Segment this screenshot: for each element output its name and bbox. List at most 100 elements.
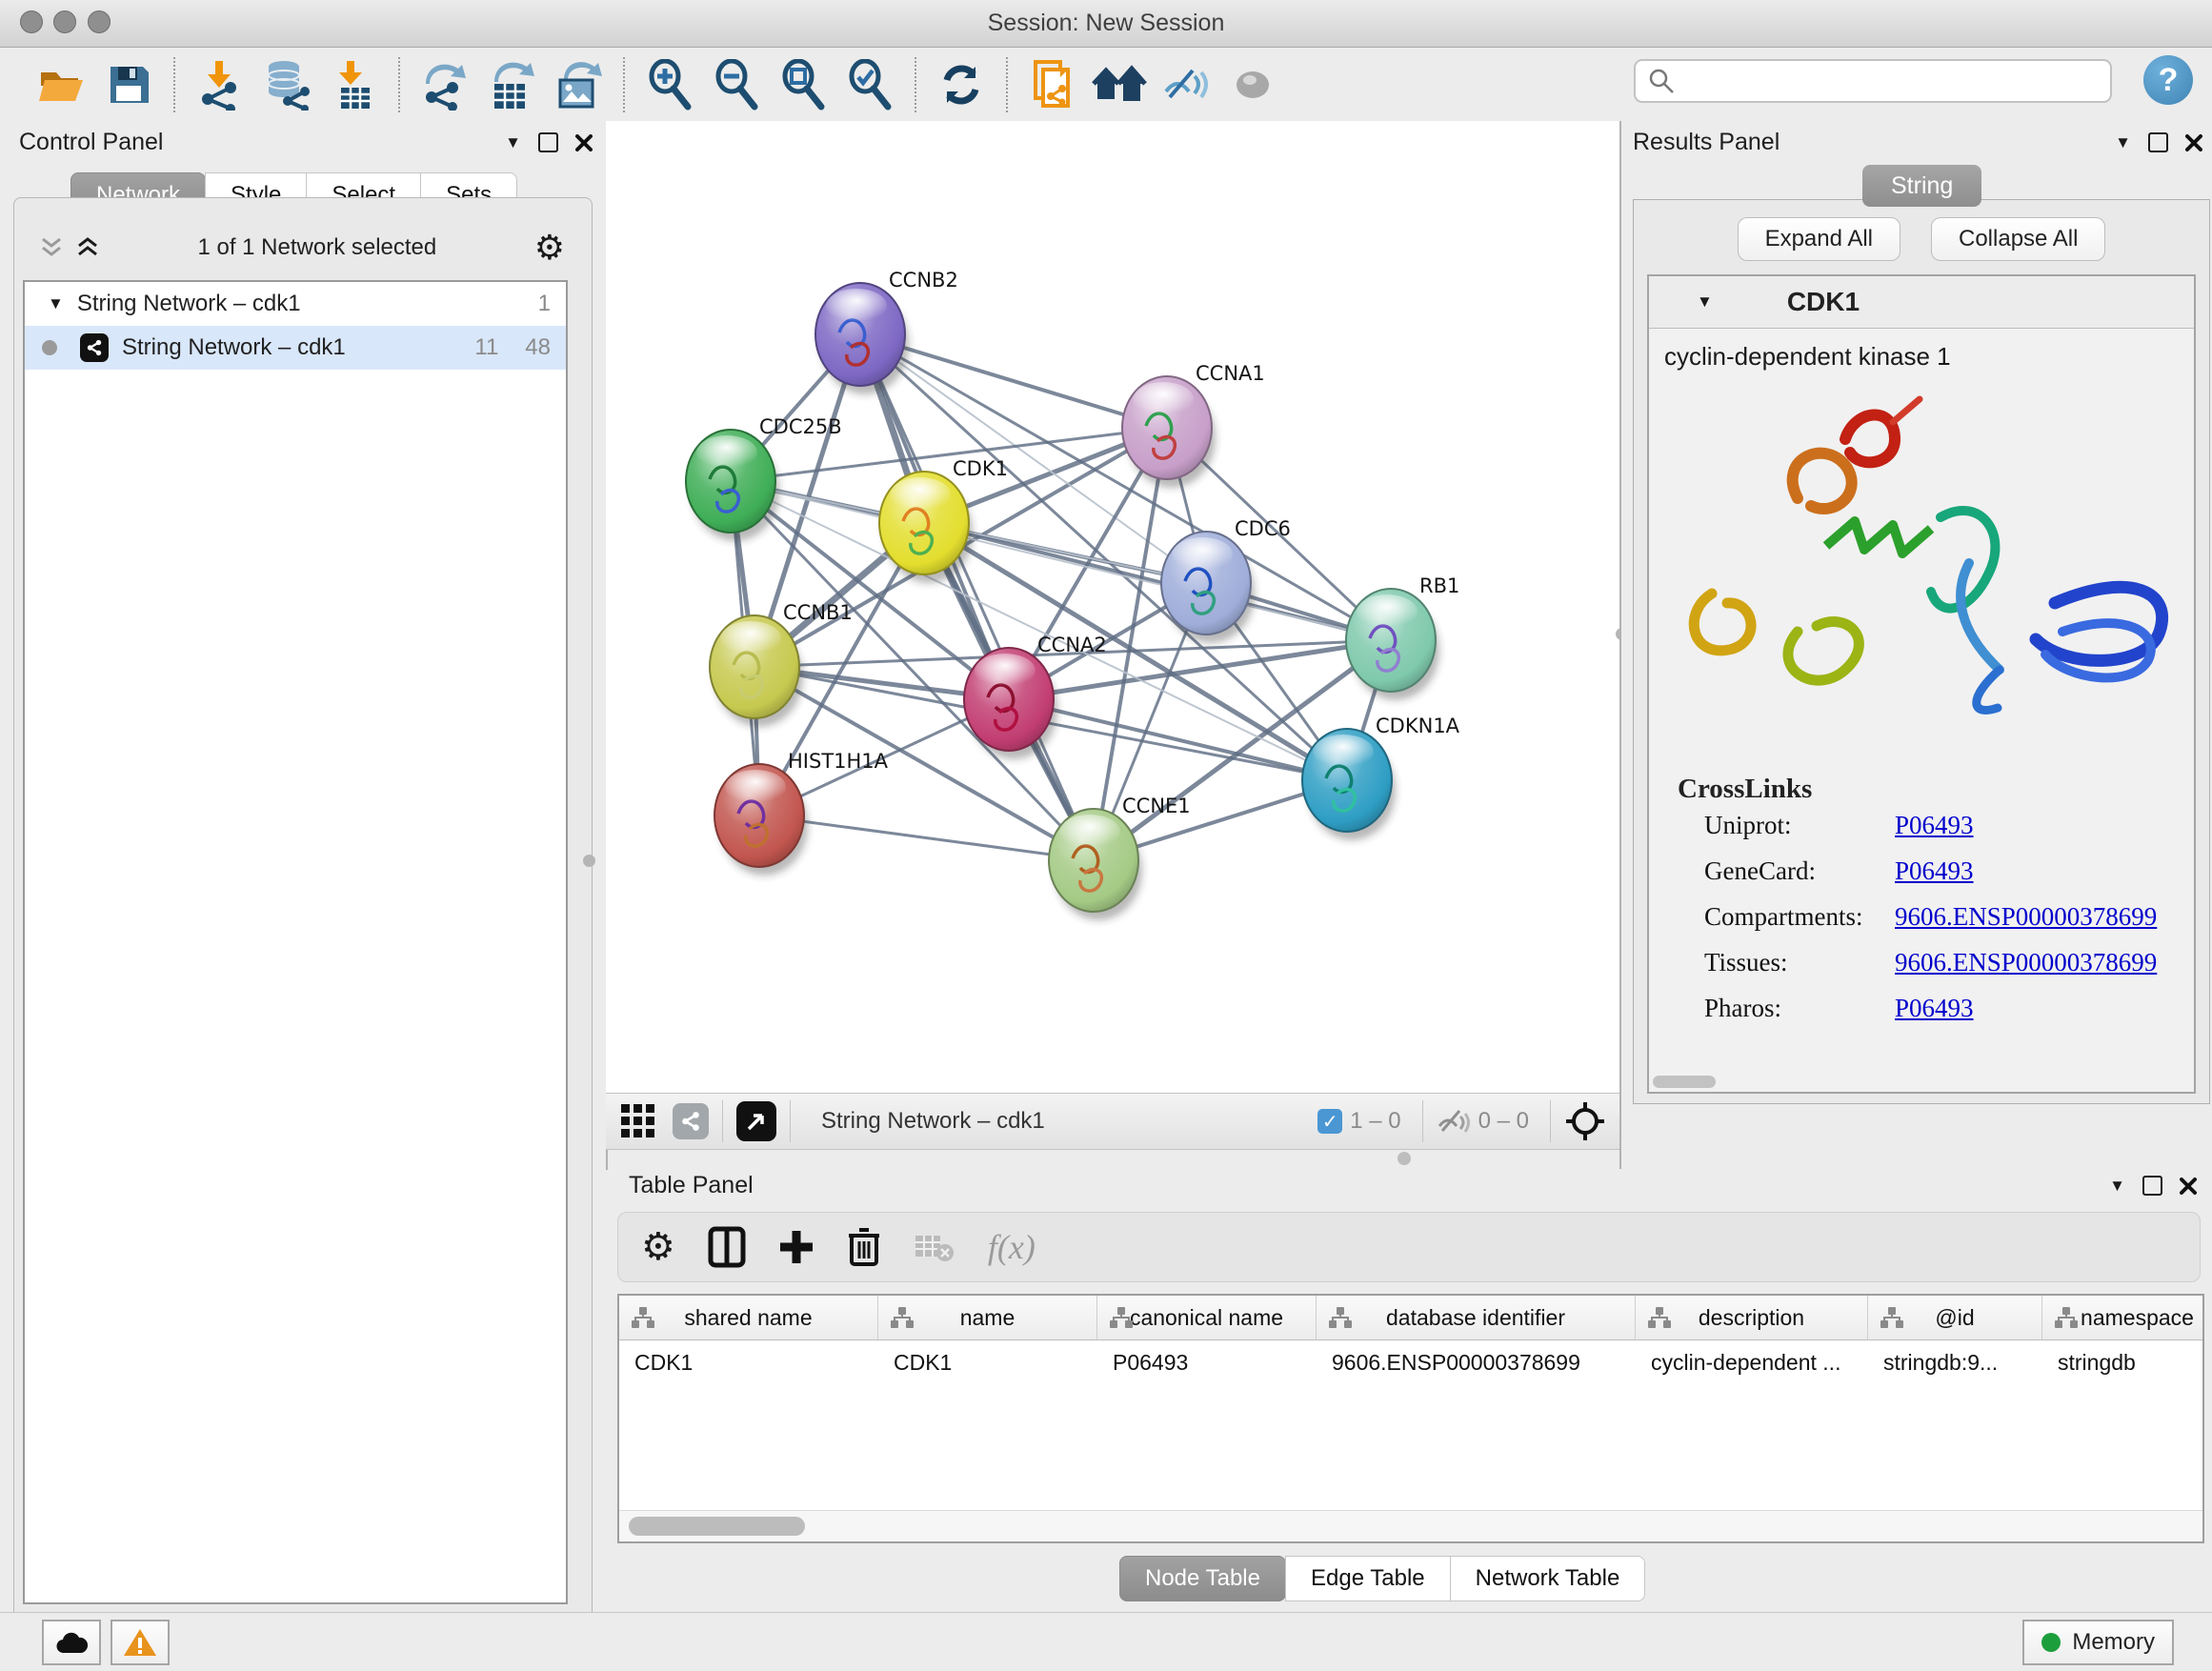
save-session-button[interactable] <box>101 56 156 113</box>
show-columns-icon[interactable] <box>708 1226 746 1268</box>
network-node-CCNB2[interactable]: CCNB2 <box>815 269 958 394</box>
table-options-gear-icon[interactable]: ⚙ <box>641 1228 675 1266</box>
network-node-CCNA1[interactable]: CCNA1 <box>1122 362 1265 488</box>
results-panel-title: Results Panel <box>1633 129 1780 156</box>
control-panel-float-icon[interactable] <box>538 132 558 152</box>
network-edge-CCNE1-HIST1H1A[interactable] <box>759 815 1094 860</box>
export-image-button[interactable] <box>551 56 606 113</box>
table-panel-float-icon[interactable] <box>2142 1176 2162 1196</box>
table-panel-menu-icon[interactable]: ▼ <box>2109 1177 2125 1196</box>
hide-panels-button[interactable] <box>1158 56 1214 113</box>
open-session-button[interactable] <box>34 56 90 113</box>
search-input[interactable] <box>1676 68 2110 94</box>
network-node-CDKN1A[interactable]: CDKN1A <box>1302 715 1460 840</box>
crosslink-link[interactable]: P06493 <box>1895 856 1974 886</box>
detach-view-icon[interactable] <box>736 1101 776 1141</box>
cytoscape-window: Session: New Session <box>0 0 2212 1671</box>
results-panel-float-icon[interactable] <box>2148 132 2168 152</box>
cloud-button[interactable] <box>42 1620 101 1665</box>
tab-string[interactable]: String <box>1862 165 1981 207</box>
selected-checkbox-icon[interactable]: ✓ <box>1317 1109 1342 1134</box>
column-header-database-identifier[interactable]: database identifier <box>1317 1296 1636 1339</box>
network-share-view-icon[interactable] <box>673 1103 709 1139</box>
string-documents-button[interactable] <box>1025 56 1080 113</box>
column-header-namespace[interactable]: namespace <box>2042 1296 2204 1339</box>
column-header-description[interactable]: description <box>1636 1296 1868 1339</box>
network-canvas[interactable]: CCNB2CCNA1CDC25BCDK1CDC6RB1CCNB1CCNA2CDK… <box>606 121 1619 1093</box>
crosslink-link[interactable]: 9606.ENSP00000378699 <box>1895 948 2157 977</box>
import-table-button[interactable] <box>326 56 381 113</box>
gene-header-row[interactable]: ▼ CDK1 <box>1649 276 2194 329</box>
results-panel-close-icon[interactable] <box>2185 134 2202 151</box>
grid-view-icon[interactable] <box>619 1102 657 1140</box>
table-cell[interactable]: 9606.ENSP00000378699 <box>1317 1340 1636 1384</box>
network-edge-CCNB2-CCNE1[interactable] <box>860 334 1094 860</box>
warnings-button[interactable] <box>111 1620 170 1665</box>
expand-all-button[interactable]: Expand All <box>1738 217 1900 261</box>
birds-eye-icon[interactable] <box>1564 1100 1606 1142</box>
toolbar-separator <box>1006 57 1008 112</box>
tab-network-table[interactable]: Network Table <box>1450 1556 1646 1601</box>
control-panel-menu-icon[interactable]: ▼ <box>505 133 521 152</box>
column-header-name[interactable]: name <box>878 1296 1097 1339</box>
column-header-shared-name[interactable]: shared name <box>619 1296 878 1339</box>
table-panel-close-icon[interactable] <box>2180 1178 2197 1195</box>
left-splitter-handle[interactable] <box>583 855 595 867</box>
import-network-button[interactable] <box>192 56 248 113</box>
network-options-gear-icon[interactable]: ⚙ <box>534 231 565 265</box>
table-cell[interactable]: CDK1 <box>878 1340 1097 1384</box>
table-cell[interactable]: P06493 <box>1097 1340 1317 1384</box>
crosslink-link[interactable]: 9606.ENSP00000378699 <box>1895 902 2157 932</box>
import-network-database-button[interactable] <box>259 56 314 113</box>
tab-edge-table[interactable]: Edge Table <box>1285 1556 1451 1601</box>
crosslink-link[interactable]: P06493 <box>1895 811 1974 840</box>
gene-collapse-icon[interactable]: ▼ <box>1697 292 1713 312</box>
network-node-RB1[interactable]: RB1 <box>1346 574 1459 700</box>
column-header-canonical-name[interactable]: canonical name <box>1097 1296 1317 1339</box>
zoom-selected-button[interactable] <box>842 56 897 113</box>
network-node-CDC6[interactable]: CDC6 <box>1161 517 1291 643</box>
table-hscrollbar-thumb[interactable] <box>629 1517 805 1536</box>
network-node-CDC25B[interactable]: CDC25B <box>686 415 842 541</box>
collapse-all-button[interactable]: Collapse All <box>1931 217 2105 261</box>
memory-status-dot <box>2041 1633 2061 1652</box>
zoom-fit-button[interactable] <box>775 56 831 113</box>
network-collection-row[interactable]: ▼ String Network – cdk1 1 <box>25 282 566 326</box>
memory-button[interactable]: Memory <box>2022 1620 2174 1665</box>
network-node-count: 11 <box>474 334 498 361</box>
results-panel-menu-icon[interactable]: ▼ <box>2115 133 2131 152</box>
collection-label: String Network – cdk1 <box>77 291 538 317</box>
node-label-CDC6: CDC6 <box>1235 517 1291 540</box>
collapse-all-icon[interactable] <box>39 235 64 260</box>
show-overview-button[interactable] <box>1225 56 1280 113</box>
table-cell[interactable]: stringdb <box>2042 1340 2204 1384</box>
export-network-button[interactable] <box>417 56 473 113</box>
network-row[interactable]: String Network – cdk1 11 48 <box>25 326 566 370</box>
network-node-HIST1H1A[interactable]: HIST1H1A <box>714 750 889 876</box>
expand-all-icon[interactable] <box>75 235 100 260</box>
control-panel-close-icon[interactable] <box>575 134 593 151</box>
delete-column-trash-icon[interactable] <box>847 1226 881 1268</box>
home-legacy-button[interactable] <box>1092 56 1147 113</box>
crosslink-link[interactable]: P06493 <box>1895 994 1974 1023</box>
zoom-out-button[interactable] <box>709 56 764 113</box>
table-row[interactable]: CDK1CDK1P064939606.ENSP00000378699cyclin… <box>619 1340 2202 1384</box>
help-button[interactable]: ? <box>2143 55 2193 105</box>
tab-node-table[interactable]: Node Table <box>1119 1556 1286 1601</box>
table-cell[interactable]: CDK1 <box>619 1340 878 1384</box>
collection-expand-icon[interactable]: ▼ <box>48 294 64 313</box>
results-scrollbar-thumb[interactable] <box>1653 1076 1716 1088</box>
zoom-selected-icon <box>846 59 894 111</box>
zoom-in-button[interactable] <box>642 56 697 113</box>
export-table-button[interactable] <box>484 56 539 113</box>
hidden-count: 0 – 0 <box>1478 1108 1529 1135</box>
table-hscrollbar[interactable] <box>619 1510 2202 1541</box>
table-cell[interactable]: cyclin-dependent ... <box>1636 1340 1868 1384</box>
hidden-eye-icon[interactable] <box>1437 1107 1471 1136</box>
column-header--id[interactable]: @id <box>1868 1296 2042 1339</box>
table-cell[interactable]: stringdb:9... <box>1868 1340 2042 1384</box>
horizontal-splitter-handle[interactable] <box>1398 1152 1411 1165</box>
refresh-button[interactable] <box>934 56 989 113</box>
netbar-separator <box>1550 1100 1551 1142</box>
create-column-plus-icon[interactable] <box>778 1229 814 1265</box>
